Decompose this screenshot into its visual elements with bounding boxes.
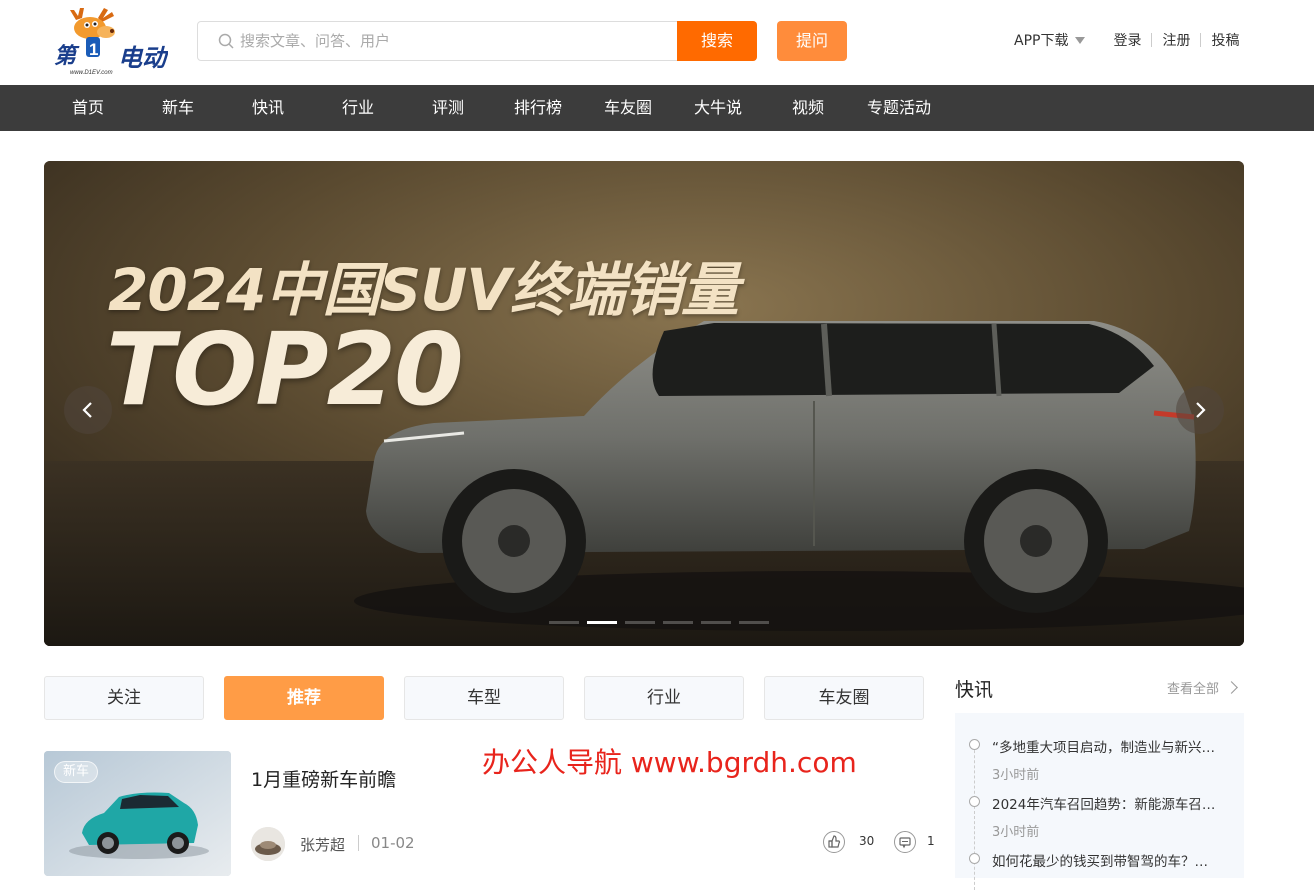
tab-follow[interactable]: 关注 xyxy=(44,676,204,720)
thumbs-up-icon xyxy=(828,835,841,848)
site-header: 1 第 电动 www.D1EV.com 搜索 提问 APP下载 登录 注册 投稿 xyxy=(0,0,1314,85)
search-button[interactable]: 搜索 xyxy=(677,21,757,61)
chevron-right-icon xyxy=(1225,681,1238,694)
like-button[interactable] xyxy=(823,831,845,853)
banner-headline-top20: TOP20 xyxy=(106,311,464,428)
tab-recommended[interactable]: 推荐 xyxy=(224,676,384,720)
chevron-right-icon xyxy=(1196,402,1206,418)
carousel-dot-active[interactable] xyxy=(587,621,617,624)
app-download-menu[interactable]: APP下载 xyxy=(1014,30,1086,50)
feed-tabs: 关注 推荐 车型 行业 车友圈 xyxy=(44,676,924,720)
divider xyxy=(1151,33,1153,47)
login-link[interactable]: 登录 xyxy=(1113,30,1141,50)
nav-item-car-community[interactable]: 车友圈 xyxy=(596,85,660,131)
carousel-dot[interactable] xyxy=(663,621,693,624)
nav-item-rankings[interactable]: 排行榜 xyxy=(506,85,570,131)
timeline-dot xyxy=(969,739,980,750)
nav-item-special-events[interactable]: 专题活动 xyxy=(860,85,938,131)
site-logo[interactable]: 1 第 电动 www.D1EV.com xyxy=(54,6,169,76)
carousel-indicators xyxy=(549,621,769,624)
nav-item-experts[interactable]: 大牛说 xyxy=(686,85,750,131)
timeline-dot xyxy=(969,796,980,807)
main-nav: 首页 新车 快讯 行业 评测 排行榜 车友圈 大牛说 视频 专题活动 xyxy=(0,85,1314,131)
submit-article-link[interactable]: 投稿 xyxy=(1211,30,1239,50)
hero-carousel[interactable]: 2024中国SUV终端销量 TOP20 xyxy=(44,161,1244,646)
app-download-label: APP下载 xyxy=(1014,33,1069,49)
tab-car-community[interactable]: 车友圈 xyxy=(764,676,924,720)
ask-question-button[interactable]: 提问 xyxy=(777,21,847,61)
carousel-dot[interactable] xyxy=(701,621,731,624)
nav-item-news-flash[interactable]: 快讯 xyxy=(238,85,298,131)
news-time: 3小时前 xyxy=(992,768,1040,783)
nav-item-video[interactable]: 视频 xyxy=(778,85,838,131)
comment-icon xyxy=(899,837,911,849)
logo-url: www.D1EV.com xyxy=(70,70,113,76)
divider xyxy=(358,835,359,851)
carousel-dot[interactable] xyxy=(625,621,655,624)
chevron-left-icon xyxy=(82,402,92,418)
news-headline[interactable]: “多地重大项目启动，制造业与新兴… xyxy=(992,736,1227,756)
carousel-next-button[interactable] xyxy=(1176,386,1224,434)
view-all-label: 查看全部 xyxy=(1167,682,1220,697)
comment-button[interactable] xyxy=(894,831,916,853)
timeline-line xyxy=(974,740,975,890)
search-box[interactable] xyxy=(197,21,757,61)
divider xyxy=(1200,33,1202,47)
svg-text:1: 1 xyxy=(89,40,98,59)
timeline-dot xyxy=(969,853,980,864)
view-all-link[interactable]: 查看全部 xyxy=(1167,678,1238,697)
article-title[interactable]: 1月重磅新车前瞻 xyxy=(251,765,396,792)
nav-item-new-cars[interactable]: 新车 xyxy=(148,85,208,131)
carousel-dot[interactable] xyxy=(549,621,579,624)
news-flash-title: 快讯 xyxy=(955,679,994,701)
news-flash-list: “多地重大项目启动，制造业与新兴… 3小时前 2024年汽车召回趋势：新能源车召… xyxy=(955,713,1244,890)
like-count: 30 xyxy=(859,834,875,848)
tab-industry[interactable]: 行业 xyxy=(584,676,744,720)
nav-item-industry[interactable]: 行业 xyxy=(328,85,388,131)
author-name[interactable]: 张芳超 xyxy=(300,834,345,855)
news-headline[interactable]: 2024年汽车召回趋势：新能源车召… xyxy=(992,793,1227,813)
search-icon xyxy=(218,33,234,49)
search-input[interactable] xyxy=(240,22,670,60)
news-time: 3小时前 xyxy=(992,825,1040,840)
register-link[interactable]: 注册 xyxy=(1162,30,1190,50)
comment-count: 1 xyxy=(927,834,935,848)
publish-date: 01-02 xyxy=(371,834,415,852)
nav-item-reviews[interactable]: 评测 xyxy=(418,85,478,131)
svg-text:电动: 电动 xyxy=(118,44,168,72)
author-avatar[interactable] xyxy=(251,827,285,861)
news-headline[interactable]: 如何花最少的钱买到带智驾的车？… xyxy=(992,850,1227,870)
article-thumbnail[interactable]: 新车 xyxy=(44,751,231,876)
tab-models[interactable]: 车型 xyxy=(404,676,564,720)
top-links: APP下载 登录 注册 投稿 xyxy=(1014,30,1239,50)
carousel-dot[interactable] xyxy=(739,621,769,624)
chevron-down-icon xyxy=(1075,36,1086,44)
category-badge: 新车 xyxy=(54,761,99,783)
watermark-text: 办公人导航 www.bgrdh.com xyxy=(482,746,857,779)
nav-item-home[interactable]: 首页 xyxy=(58,85,118,131)
svg-text:第: 第 xyxy=(54,43,80,69)
carousel-prev-button[interactable] xyxy=(64,386,112,434)
